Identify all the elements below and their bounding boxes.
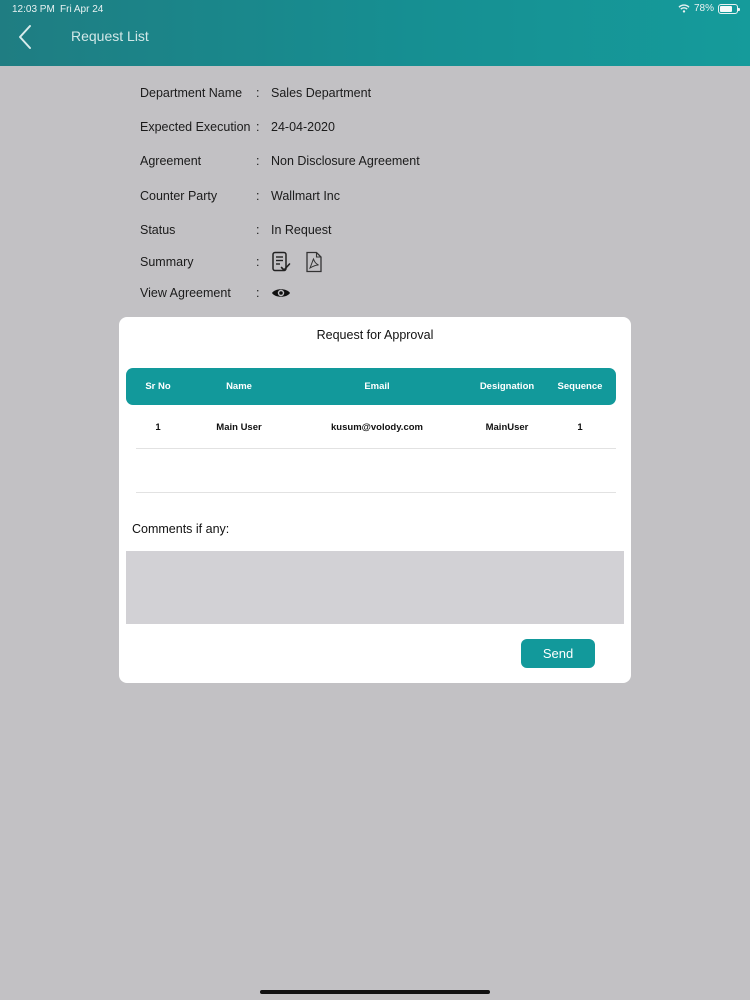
cell-sr-no: 1: [155, 421, 161, 433]
send-button[interactable]: Send: [521, 639, 595, 668]
detail-colon: :: [256, 120, 260, 134]
detail-colon: :: [256, 223, 260, 237]
battery-fill: [720, 5, 733, 12]
detail-row-status: Status : In Request: [140, 220, 331, 240]
pdf-icon: [306, 251, 322, 273]
cell-sequence: 1: [577, 421, 583, 433]
page-title: Request List: [71, 28, 149, 44]
battery-percentage: 78%: [693, 3, 714, 14]
detail-colon: :: [256, 286, 260, 300]
status-time: 12:03 PM: [12, 4, 55, 15]
detail-value: Wallmart Inc: [271, 189, 340, 203]
status-indicators: 78%: [678, 3, 740, 14]
detail-colon: :: [256, 86, 260, 100]
nav-bar: 12:03 PM Fri Apr 24 78% Request List: [0, 0, 750, 66]
detail-row-summary: Summary :: [140, 251, 323, 273]
detail-label: Counter Party: [140, 189, 218, 203]
detail-value: Non Disclosure Agreement: [271, 154, 420, 168]
status-value: In Request: [271, 223, 332, 237]
modal-title: Request for Approval: [316, 328, 434, 342]
cell-name: Main User: [216, 421, 262, 433]
home-indicator[interactable]: [260, 990, 490, 994]
detail-row-agreement: Agreement : Non Disclosure Agreement: [140, 151, 420, 171]
summary-pdf-button[interactable]: [305, 251, 323, 273]
detail-label: View Agreement: [140, 286, 231, 300]
column-header-sr-no: Sr No: [145, 381, 171, 392]
row-divider: [136, 448, 616, 449]
detail-label: Summary: [140, 255, 194, 269]
battery-icon: [718, 3, 740, 14]
document-check-icon: [272, 251, 291, 272]
column-header-designation: Designation: [479, 381, 535, 392]
detail-row-expected-execution: Expected Execution : 24-04-2020: [140, 117, 335, 137]
detail-colon: :: [256, 255, 260, 269]
detail-label: Department Name: [140, 86, 243, 100]
detail-label: Expected Execution: [140, 120, 251, 134]
column-header-sequence: Sequence: [557, 381, 603, 392]
eye-icon: [272, 289, 290, 297]
detail-row-view-agreement: View Agreement :: [140, 283, 291, 303]
status-date: Fri Apr 24: [60, 4, 104, 15]
detail-value: 24-04-2020: [271, 120, 335, 134]
back-button[interactable]: [16, 24, 36, 50]
summary-document-button[interactable]: [271, 251, 291, 273]
comments-input[interactable]: [126, 551, 624, 624]
detail-label: Agreement: [140, 154, 202, 168]
row-divider: [136, 492, 616, 493]
detail-row-counter-party: Counter Party : Wallmart Inc: [140, 186, 340, 206]
column-header-email: Email: [364, 381, 390, 392]
detail-colon: :: [256, 189, 260, 203]
cell-designation: MainUser: [485, 421, 529, 433]
approval-modal: Request for Approval Sr No Name Email De…: [119, 317, 631, 683]
detail-label: Status: [140, 223, 176, 237]
comments-label: Comments if any:: [132, 522, 230, 536]
wifi-icon: [678, 4, 690, 13]
table-row: 1 Main User kusum@volody.com MainUser 1: [126, 405, 616, 449]
view-agreement-button[interactable]: [271, 286, 291, 300]
detail-row-department: Department Name : Sales Department: [140, 83, 371, 103]
chevron-left-icon: [19, 25, 31, 49]
detail-colon: :: [256, 154, 260, 168]
cell-email: kusum@volody.com: [331, 421, 423, 433]
detail-value: Sales Department: [271, 86, 372, 100]
column-header-name: Name: [226, 381, 252, 392]
table-header: Sr No Name Email Designation Sequence: [126, 368, 616, 405]
